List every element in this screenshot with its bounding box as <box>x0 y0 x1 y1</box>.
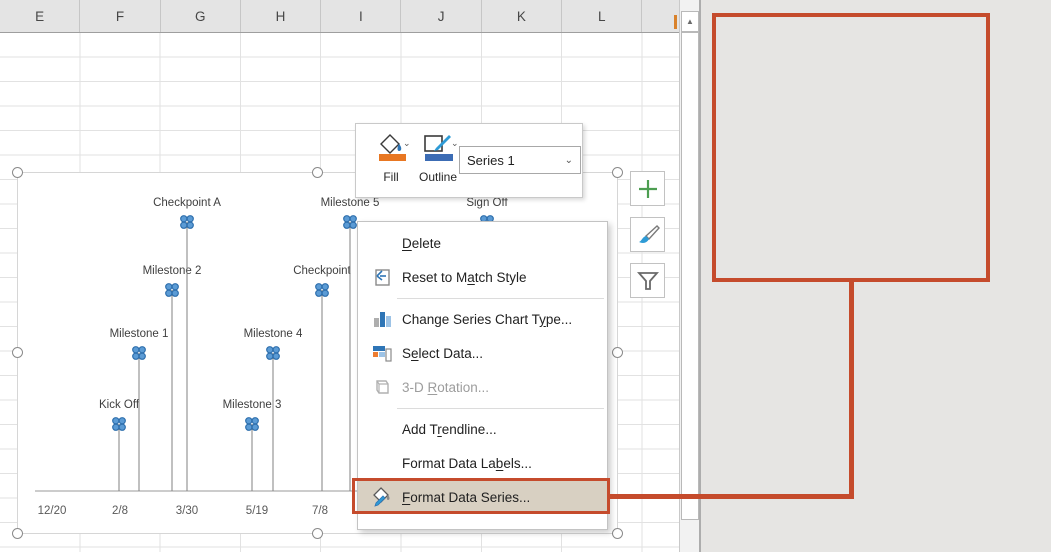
scrollbar-thumb[interactable] <box>681 32 699 520</box>
excel-window: EFGHIJKL 12/20 2/8 3/30 5/19 7/8 Kick Off Mile… <box>0 0 1051 552</box>
annotation-connector-vertical <box>849 282 854 499</box>
svg-text:5/19: 5/19 <box>246 505 268 517</box>
menu-item-label: Select Data... <box>402 346 483 361</box>
chart-handle-middle-right[interactable] <box>612 347 623 358</box>
svg-text:12/20: 12/20 <box>38 505 67 517</box>
annotation-box-menu-item <box>352 478 610 514</box>
svg-text:Checkpoint: Checkpoint <box>293 265 351 277</box>
chart-elements-button[interactable] <box>630 171 665 206</box>
svg-text:3/30: 3/30 <box>176 505 198 517</box>
menu-item-change-series-chart-type[interactable]: Change Series Chart Type... <box>358 302 607 336</box>
menu-item-label: Add Trendline... <box>402 422 497 437</box>
svg-text:Milestone 1: Milestone 1 <box>110 328 169 340</box>
funnel-icon <box>636 269 660 293</box>
menu-item-label: Reset to Match Style <box>402 270 527 285</box>
orange-marker <box>674 15 677 29</box>
svg-text:Checkpoint A: Checkpoint A <box>153 197 221 209</box>
fill-label: Fill <box>369 170 413 184</box>
chart-handle-bottom-right[interactable] <box>612 528 623 539</box>
column-header-H[interactable]: H <box>241 0 321 32</box>
reset-style-icon <box>371 266 393 288</box>
chart-handle-top-right[interactable] <box>612 167 623 178</box>
annotation-connector-horizontal <box>610 494 851 499</box>
chart-handle-bottom-left[interactable] <box>12 528 23 539</box>
chart-handle-top-left[interactable] <box>12 167 23 178</box>
outline-label: Outline <box>414 170 462 184</box>
pen-outline-icon <box>422 132 454 162</box>
svg-text:Milestone 2: Milestone 2 <box>143 265 202 277</box>
column-header-F[interactable]: F <box>80 0 160 32</box>
chart-handle-top-middle[interactable] <box>312 167 323 178</box>
menu-item-select-data[interactable]: Select Data... <box>358 336 607 370</box>
menu-item-label: Change Series Chart Type... <box>402 312 572 327</box>
chart-handle-middle-left[interactable] <box>12 347 23 358</box>
annotation-box-panel <box>712 13 990 282</box>
menu-item-label: Format Data Labels... <box>402 456 532 471</box>
mini-toolbar: Fill ⌄ Outline ⌄ Series 1 ⌄ <box>355 123 583 198</box>
column-header-J[interactable]: J <box>401 0 481 32</box>
menu-item-reset-to-match-style[interactable]: Reset to Match Style <box>358 260 607 294</box>
menu-item-format-data-labels[interactable]: Format Data Labels... <box>358 446 607 480</box>
column-header-I[interactable]: I <box>321 0 401 32</box>
menu-item-label: 3-D Rotation... <box>402 380 489 395</box>
brush-icon <box>636 223 660 247</box>
column-header-E[interactable]: E <box>0 0 80 32</box>
chevron-down-icon: ⌄ <box>565 155 580 166</box>
scroll-up-arrow-icon[interactable]: ▲ <box>681 11 699 32</box>
svg-text:Sign Off: Sign Off <box>466 197 508 209</box>
menu-separator <box>358 294 607 302</box>
chart-type-icon <box>371 308 393 330</box>
menu-item-3-d-rotation: 3-D Rotation... <box>358 370 607 404</box>
paint-bucket-icon <box>376 132 406 162</box>
rotation-3d-icon <box>371 376 393 398</box>
menu-item-delete[interactable]: Delete <box>358 226 607 260</box>
svg-text:Milestone 4: Milestone 4 <box>244 328 303 340</box>
chart-filters-button[interactable] <box>630 263 665 298</box>
plus-icon <box>637 178 659 200</box>
series-selector[interactable]: Series 1 ⌄ <box>459 146 581 174</box>
chart-handle-bottom-middle[interactable] <box>312 528 323 539</box>
select-data-icon <box>371 342 393 364</box>
column-header-K[interactable]: K <box>482 0 562 32</box>
svg-text:7/8: 7/8 <box>312 505 328 517</box>
menu-item-add-trendline[interactable]: Add Trendline... <box>358 412 607 446</box>
outline-dropdown-icon[interactable]: ⌄ <box>451 138 459 149</box>
vertical-scrollbar[interactable]: ▲ <box>679 0 699 552</box>
column-header-G[interactable]: G <box>161 0 241 32</box>
svg-text:Kick Off: Kick Off <box>99 399 140 411</box>
column-headers: EFGHIJKL <box>0 0 679 33</box>
series-selector-value: Series 1 <box>460 153 565 168</box>
chart-styles-button[interactable] <box>630 217 665 252</box>
column-header-L[interactable]: L <box>562 0 642 32</box>
menu-separator <box>358 404 607 412</box>
svg-text:2/8: 2/8 <box>112 505 128 517</box>
svg-text:Milestone 5: Milestone 5 <box>321 197 380 209</box>
menu-item-label: Delete <box>402 236 441 251</box>
fill-dropdown-icon[interactable]: ⌄ <box>403 138 411 149</box>
